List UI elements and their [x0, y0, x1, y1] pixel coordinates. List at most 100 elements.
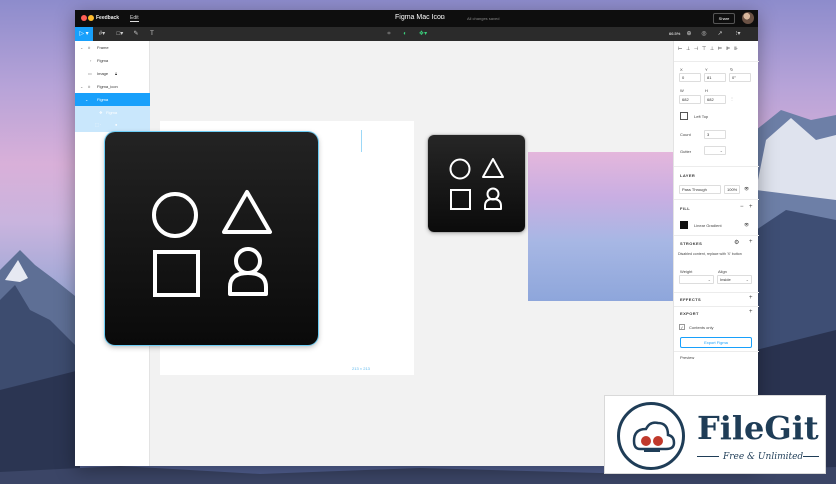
weight-label: Weight	[680, 269, 693, 274]
chevron-down-icon: ⌄	[745, 277, 749, 282]
stroke-align-value: Inside	[720, 277, 731, 282]
frame-tool-icon[interactable]: #▾	[95, 27, 109, 41]
zoom-level[interactable]: 66.5%	[669, 31, 680, 36]
figma-app-icon-small[interactable]	[428, 135, 525, 232]
image-icon: ▭	[88, 71, 92, 76]
layer-section-heading: LAYER	[680, 173, 696, 178]
fill-name[interactable]: Linear Gradient	[694, 223, 722, 228]
eye-icon[interactable]: 👁︎	[744, 186, 749, 191]
feedback-link[interactable]: Feedback	[96, 15, 119, 21]
count-field[interactable]: 3	[704, 130, 726, 139]
gear-icon[interactable]: ⚙	[734, 239, 739, 246]
lock-icon[interactable]: 🔒︎	[115, 67, 117, 80]
align-label: Align	[718, 269, 727, 274]
count-label: Count	[680, 132, 691, 137]
blend-mode-select[interactable]: Pass Through	[679, 185, 721, 194]
y-field[interactable]: 81	[704, 73, 726, 82]
filegit-brand: FileGit	[697, 409, 819, 447]
file-title[interactable]: Figma Mac Icon	[395, 14, 445, 21]
export-section-heading: EXPORT	[680, 311, 699, 316]
layer-item[interactable]: ⌄ # Figma_icon	[75, 80, 150, 93]
strokes-section-heading: STROKES	[680, 241, 703, 246]
mountain-background-left	[0, 250, 80, 484]
layer-label: Figma	[97, 58, 109, 63]
layer-item[interactable]: ▭ Image 🔒︎	[75, 67, 150, 80]
group-icon: ⬚ ·	[95, 122, 102, 127]
zoom-in-icon[interactable]: ⊕	[684, 27, 694, 41]
constrain-proportions-icon[interactable]: ⋮	[730, 96, 734, 101]
add-stroke-icon[interactable]: +	[749, 239, 753, 245]
filegit-logo-icon	[617, 402, 685, 470]
add-export-icon[interactable]: +	[749, 309, 753, 315]
width-field[interactable]: 682	[679, 95, 701, 104]
crop-icon[interactable]: ⌗	[384, 27, 394, 41]
layer-item-child[interactable]: ❖ Figma ⬚ · ●	[75, 106, 150, 132]
layer-item[interactable]: ⌄ # Frame	[75, 41, 150, 54]
layer-item-selected[interactable]: ⌄ Figma	[75, 93, 150, 106]
visibility-icon[interactable]: ●	[115, 118, 117, 131]
divider	[697, 456, 719, 457]
contents-only-label: Contents only	[689, 325, 714, 330]
height-field[interactable]: 682	[704, 95, 726, 104]
chevron-down-icon: ⌄	[80, 45, 84, 50]
preview-toggle[interactable]: Preview	[680, 355, 694, 360]
avatar[interactable]	[742, 12, 754, 24]
rotation-field[interactable]: 0°	[729, 73, 751, 82]
figma-app-icon-large[interactable]	[105, 132, 318, 345]
gutter-label: Gutter	[680, 149, 692, 154]
effects-section-heading: EFFECTS	[680, 297, 702, 302]
stroke-align-select[interactable]: Inside ⌄	[717, 275, 752, 284]
x-field[interactable]: 0	[679, 73, 701, 82]
fill-swatch[interactable]	[680, 221, 688, 229]
x-label: X	[680, 67, 683, 72]
share-button[interactable]: Share	[713, 13, 735, 24]
mask-icon[interactable]: ◐	[400, 27, 410, 41]
layer-label: Figma	[97, 97, 109, 102]
text-tool-icon[interactable]: T	[147, 27, 157, 41]
edit-menu[interactable]: Edit	[130, 15, 139, 22]
layer-label: Image	[97, 71, 109, 76]
component-icon[interactable]: ❖▾	[416, 27, 430, 41]
chevron-down-icon: ⌄	[719, 148, 723, 153]
layer-item[interactable]: › Figma	[75, 54, 150, 67]
layer-label: Frame	[97, 45, 109, 50]
chevron-right-icon: ›	[90, 58, 92, 63]
h-label: H	[705, 88, 708, 93]
dimension-label: 213 × 213	[352, 366, 370, 371]
view-options-icon[interactable]: ⁝▾	[731, 27, 745, 41]
rectangle-tool-icon[interactable]: □▾	[113, 27, 127, 41]
shapes-glyph	[152, 190, 272, 297]
title-bar: Feedback Edit Figma Mac Icon ⌄ All chang…	[75, 10, 758, 27]
minimize-window-button[interactable]	[88, 15, 94, 21]
eye-icon[interactable]: 👁︎	[744, 222, 749, 227]
constraints-icon[interactable]	[680, 112, 688, 120]
y-label: Y	[705, 67, 708, 72]
icon-preview-frame[interactable]	[528, 152, 673, 301]
prototype-icon[interactable]: ↗	[715, 27, 725, 41]
add-fill-icon[interactable]: +	[749, 204, 753, 210]
close-window-button[interactable]	[81, 15, 87, 21]
pen-tool-icon[interactable]: ✎	[131, 27, 141, 41]
w-label: W	[680, 88, 684, 93]
remove-fill-icon[interactable]: −	[740, 204, 744, 210]
align-tools-icon[interactable]: ⊢⊥⊣⊤⊥⊨⊫⊪	[678, 46, 742, 52]
export-button[interactable]: Export Figma	[680, 337, 752, 348]
contents-only-checkbox[interactable]: ✓	[679, 324, 685, 330]
add-effect-icon[interactable]: +	[749, 295, 753, 301]
chevron-down-icon[interactable]: ⌄	[440, 14, 445, 21]
chevron-down-icon: ⌄	[85, 97, 89, 102]
stroke-weight-select[interactable]: ⌄	[679, 275, 714, 284]
move-tool-icon[interactable]: ▷ ▾	[75, 27, 93, 41]
frame-icon: #	[88, 45, 91, 50]
chevron-down-icon: ⌄	[80, 84, 84, 89]
gutter-field[interactable]: ⌄	[704, 146, 726, 155]
opacity-field[interactable]: 100%	[724, 185, 740, 194]
filegit-tagline: Free & Unlimited	[723, 452, 804, 462]
constraint-value[interactable]: Left Top	[694, 114, 708, 119]
rotation-label: ↻	[730, 67, 734, 72]
chevron-down-icon: ⌄	[707, 277, 711, 282]
layer-label: Figma_icon	[97, 84, 118, 89]
frame-icon: #	[88, 84, 91, 89]
present-icon[interactable]: ◎	[699, 27, 709, 41]
toolbar: ▷ ▾ #▾ □▾ ✎ T ⌗ ◐ ❖▾ 66.5% ⊕ ◎ ↗ ⁝▾	[75, 27, 758, 41]
